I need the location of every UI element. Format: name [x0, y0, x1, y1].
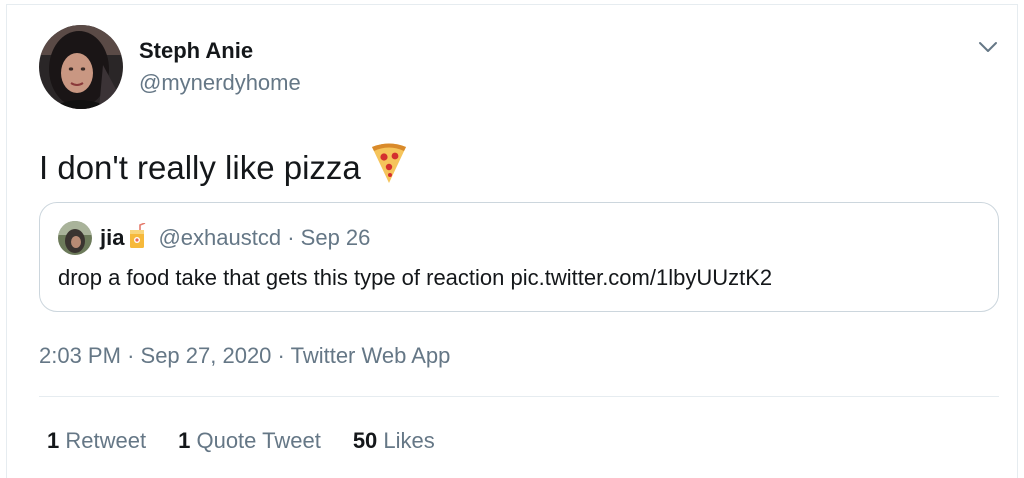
divider [39, 396, 999, 397]
quoted-separator: · [287, 225, 295, 250]
tweet-metadata: 2:03 PM · Sep 27, 2020 · Twitter Web App [39, 341, 450, 371]
quoted-tweet-text: drop a food take that gets this type of … [58, 265, 773, 290]
quoted-author-handle[interactable]: @exhaustcd [158, 225, 281, 250]
quoted-tweet-header: jia @exhaustcd · Sep 26 [100, 222, 371, 253]
quote-tweets-stat[interactable]: 1 Quote Tweet [178, 426, 321, 456]
pizza-icon [369, 141, 409, 185]
tweet-date[interactable]: Sep 27, 2020 [141, 343, 272, 368]
quotes-count: 1 [178, 428, 191, 453]
juice-box-icon [128, 222, 148, 249]
tweet-text: I don't really like pizza [39, 141, 409, 189]
engagement-stats: 1 Retweet 1 Quote Tweet 50 Likes [47, 426, 435, 456]
retweets-count: 1 [47, 428, 60, 453]
author-handle[interactable]: @mynerdyhome [139, 69, 301, 97]
author-avatar-image [39, 25, 123, 109]
tweet-text-content: I don't really like pizza [39, 149, 361, 186]
tweet-card: Steph Anie @mynerdyhome I don't really l… [6, 4, 1018, 478]
likes-label: Likes [383, 428, 435, 453]
tweet-time[interactable]: 2:03 PM [39, 343, 121, 368]
quoted-tweet-date[interactable]: Sep 26 [301, 225, 371, 250]
author-avatar[interactable] [39, 25, 123, 109]
likes-stat[interactable]: 50 Likes [353, 426, 435, 456]
meta-separator-2: · [277, 343, 285, 368]
author-name[interactable]: Steph Anie [139, 37, 253, 65]
tweet-source[interactable]: Twitter Web App [291, 343, 451, 368]
quoted-author-name[interactable]: jia [100, 225, 124, 250]
quoted-tweet-card[interactable]: jia @exhaustcd · Sep 26 drop a food take… [39, 202, 999, 312]
likes-count: 50 [352, 428, 378, 453]
meta-separator-1: · [127, 343, 135, 368]
quotes-label: Quote Tweet [196, 428, 321, 453]
retweets-label: Retweet [65, 428, 147, 453]
quoted-author-avatar[interactable] [58, 221, 92, 255]
retweets-stat[interactable]: 1 Retweet [47, 426, 146, 456]
chevron-down-icon[interactable] [973, 35, 1003, 59]
